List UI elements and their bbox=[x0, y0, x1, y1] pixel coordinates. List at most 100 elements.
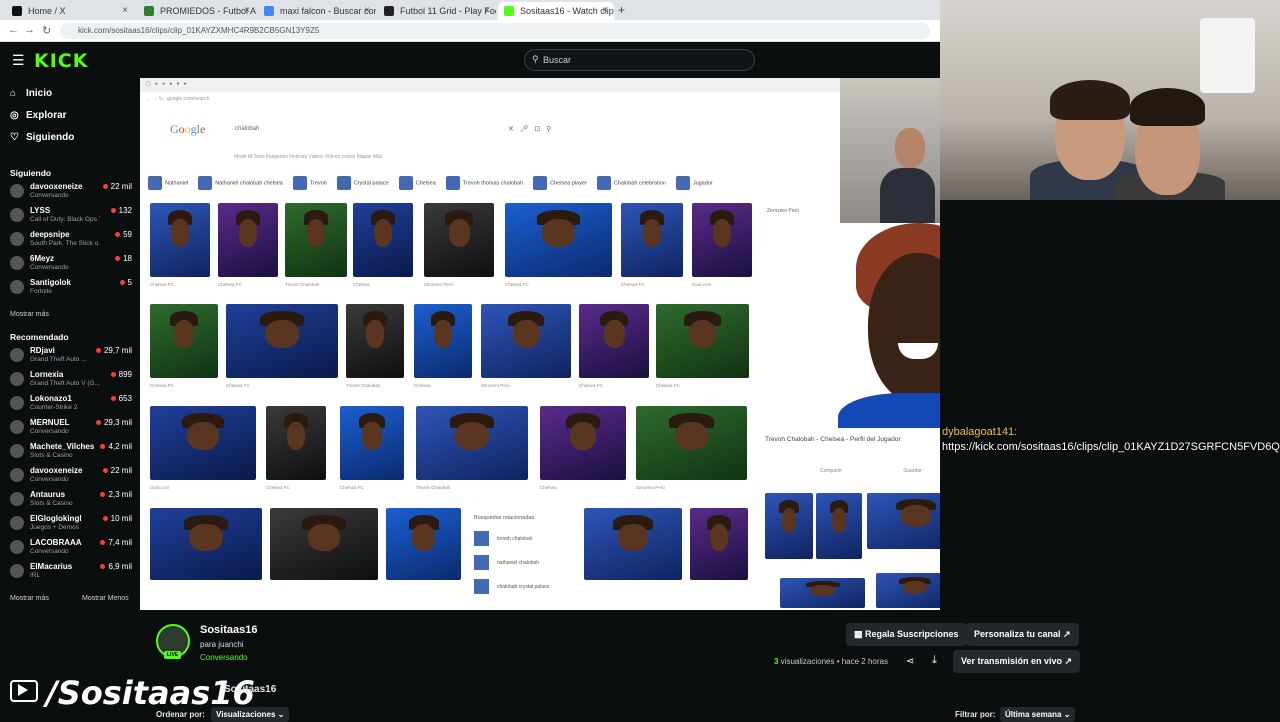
sidebar-channel[interactable]: Antaurus Slots & Casino 2,3 mil bbox=[10, 490, 132, 512]
close-icon[interactable]: × bbox=[122, 5, 128, 16]
forward-icon[interactable]: → bbox=[24, 24, 35, 36]
download-icon[interactable]: ⤓ bbox=[932, 654, 937, 667]
sidebar-channel[interactable]: Lornexia Grand Theft Auto V (G... 899 bbox=[10, 370, 132, 392]
sidebar-channel[interactable]: davooxeneize Conversando 22 mil bbox=[10, 182, 132, 204]
image-caption: Chelsea FC bbox=[150, 383, 174, 388]
channel-name[interactable]: Sositaas16 bbox=[200, 624, 257, 636]
video-player[interactable]: ▢ ● ● ● ● ● ← → ↻ google.com/search Goog… bbox=[140, 78, 940, 610]
channel-category: Counter-Strike 2 bbox=[30, 404, 78, 411]
image-caption: Chelsea FC bbox=[621, 282, 645, 287]
close-icon[interactable]: × bbox=[484, 5, 490, 16]
panel-actions: Compartir Guardar bbox=[820, 468, 922, 474]
nav-explorar[interactable]: ◎ Explorar bbox=[10, 110, 67, 121]
channel-category[interactable]: Conversando bbox=[200, 653, 248, 662]
search-result-image bbox=[416, 406, 528, 480]
nav-siguiendo[interactable]: ♡ Siguiendo bbox=[10, 132, 74, 143]
nav-inicio[interactable]: ⌂ Inicio bbox=[10, 88, 52, 99]
reload-icon[interactable]: ↻ bbox=[42, 24, 51, 37]
image-caption: Chelsea FC bbox=[266, 485, 290, 490]
search-placeholder: Buscar bbox=[543, 55, 572, 65]
viewer-count: 5 bbox=[120, 278, 132, 287]
share-icon[interactable]: ⋖ bbox=[906, 656, 914, 667]
search-result-image bbox=[353, 203, 413, 277]
sidebar-channel[interactable]: ElMacarius IRL 6,9 mil bbox=[10, 562, 132, 584]
channel-category: Grand Theft Auto ... bbox=[30, 356, 87, 363]
kick-icon bbox=[504, 6, 514, 16]
sidebar-channel[interactable]: 6Meyz Conversando 18 bbox=[10, 254, 132, 276]
show-more-recommended[interactable]: Mostrar más bbox=[10, 595, 49, 602]
chat-username: dybalagoat141: bbox=[942, 426, 1018, 438]
panel-thumbnail bbox=[765, 493, 813, 559]
sidebar-channel[interactable]: MERNUEL Conversando 29,3 mil bbox=[10, 418, 132, 440]
tab-title: Futbol 11 Grid - Play Football T bbox=[400, 6, 496, 16]
avatar bbox=[10, 256, 24, 270]
sidebar-channel[interactable]: davooxeneize Conversando 22 mil bbox=[10, 466, 132, 488]
channel-category: Conversando bbox=[30, 476, 69, 483]
search-result-image bbox=[150, 508, 262, 580]
search-result-image bbox=[579, 304, 649, 378]
channel-category: Grand Theft Auto V (G... bbox=[30, 380, 100, 387]
viewer-count: 2,3 mil bbox=[100, 490, 132, 499]
kick-logo[interactable]: KICK bbox=[34, 50, 88, 72]
close-icon[interactable]: × bbox=[244, 5, 250, 16]
channel-name: LACOBRAAA bbox=[30, 538, 82, 547]
menu-icon[interactable]: ☰ bbox=[12, 52, 25, 69]
browser-tab[interactable]: PROMIEDOS - Futbol Argentino × bbox=[138, 2, 256, 20]
sidebar-channel[interactable]: Santigolok Fortnite 5 bbox=[10, 278, 132, 300]
channel-name: MERNUEL bbox=[30, 418, 70, 427]
show-less-button[interactable]: Mostrar Menos bbox=[82, 595, 129, 602]
browser-tab[interactable]: maxi falcon - Buscar con Google × bbox=[258, 2, 376, 20]
show-more-following[interactable]: Mostrar más bbox=[10, 311, 49, 318]
viewer-count: 4,2 mil bbox=[100, 442, 132, 451]
browser-tab-active[interactable]: Sositaas16 - Watch clips on × bbox=[498, 2, 614, 20]
search-result-image bbox=[150, 406, 256, 480]
close-icon[interactable]: × bbox=[364, 5, 370, 16]
channel-name: ElMacarius bbox=[30, 562, 73, 571]
back-icon[interactable]: ← bbox=[8, 24, 19, 36]
sidebar-channel[interactable]: ElGloglokingl Juegos + Demos 10 mil bbox=[10, 514, 132, 536]
promiedos-icon bbox=[144, 6, 154, 16]
avatar bbox=[10, 184, 24, 198]
browser-tab[interactable]: Futbol 11 Grid - Play Football T × bbox=[378, 2, 496, 20]
customize-channel-button[interactable]: Personaliza tu canal ↗ bbox=[966, 623, 1079, 646]
external-link-icon: ↗ bbox=[1062, 656, 1073, 666]
related-searches-title: Búsquedas relacionadas bbox=[474, 515, 535, 521]
filter-chip: Nathaniel bbox=[148, 175, 188, 190]
google-chips: Nathaniel Nathaniel chalobah chelsea Trevo… bbox=[148, 174, 838, 194]
viewer-count: 7,4 mil bbox=[100, 538, 132, 547]
image-caption: Chelsea bbox=[540, 485, 557, 490]
panel-thumbnail bbox=[867, 493, 940, 549]
avatar bbox=[10, 516, 24, 530]
search-input[interactable]: ⚲ Buscar bbox=[524, 49, 755, 71]
sidebar-channel[interactable]: Lokonazo1 Counter-Strike 2 653 bbox=[10, 394, 132, 416]
close-icon[interactable]: × bbox=[602, 5, 608, 16]
tab-title: PROMIEDOS - Futbol Argentino bbox=[160, 6, 256, 16]
sidebar-channel[interactable]: Machete_Vilches Slots & Casino 4,2 mil bbox=[10, 442, 132, 464]
avatar bbox=[10, 540, 24, 554]
sidebar-channel[interactable]: LYSS Call of Duty: Black Ops 7 132 bbox=[10, 206, 132, 228]
search-result-image bbox=[656, 304, 749, 378]
panel-thumbnail bbox=[876, 573, 940, 608]
nav-label: Inicio bbox=[26, 88, 53, 99]
sidebar-channel[interactable]: LACOBRAAA Conversando 7,4 mil bbox=[10, 538, 132, 560]
watch-live-button[interactable]: Ver transmisión en vivo ↗ bbox=[953, 650, 1081, 673]
streamer-webcam bbox=[940, 0, 1280, 200]
url-input[interactable]: kick.com/sositaas16/clips/clip_01KAYZXMH… bbox=[60, 23, 930, 39]
panel-thumbnail bbox=[816, 493, 862, 559]
gift-subs-button[interactable]: ▦ Regala Suscripciones bbox=[846, 623, 967, 646]
address-bar-row: ← → ↻ kick.com/sositaas16/clips/clip_01K… bbox=[0, 20, 940, 42]
search-result-image bbox=[690, 508, 748, 580]
image-caption: Zerozero Perú bbox=[424, 282, 453, 287]
viewer-count: 132 bbox=[111, 206, 132, 215]
live-badge: LIVE bbox=[164, 651, 182, 659]
clips-channel-name: Sositaas16 bbox=[224, 684, 277, 695]
new-tab-icon[interactable]: + bbox=[618, 3, 625, 17]
browser-tab[interactable]: Home / X × bbox=[6, 2, 134, 20]
image-caption: Chelsea FC bbox=[505, 282, 529, 287]
browser-tab-bar: Home / X × PROMIEDOS - Futbol Argentino … bbox=[0, 0, 940, 20]
search-result-image bbox=[692, 203, 752, 277]
related-item: chalobah crystal palace bbox=[474, 579, 549, 594]
sidebar-channel[interactable]: deepsnipe South Park: The Stick o... 59 bbox=[10, 230, 132, 252]
sidebar-channel[interactable]: RDjavi Grand Theft Auto ... 29,7 mil bbox=[10, 346, 132, 368]
viewer-count: 10 mil bbox=[103, 514, 132, 523]
